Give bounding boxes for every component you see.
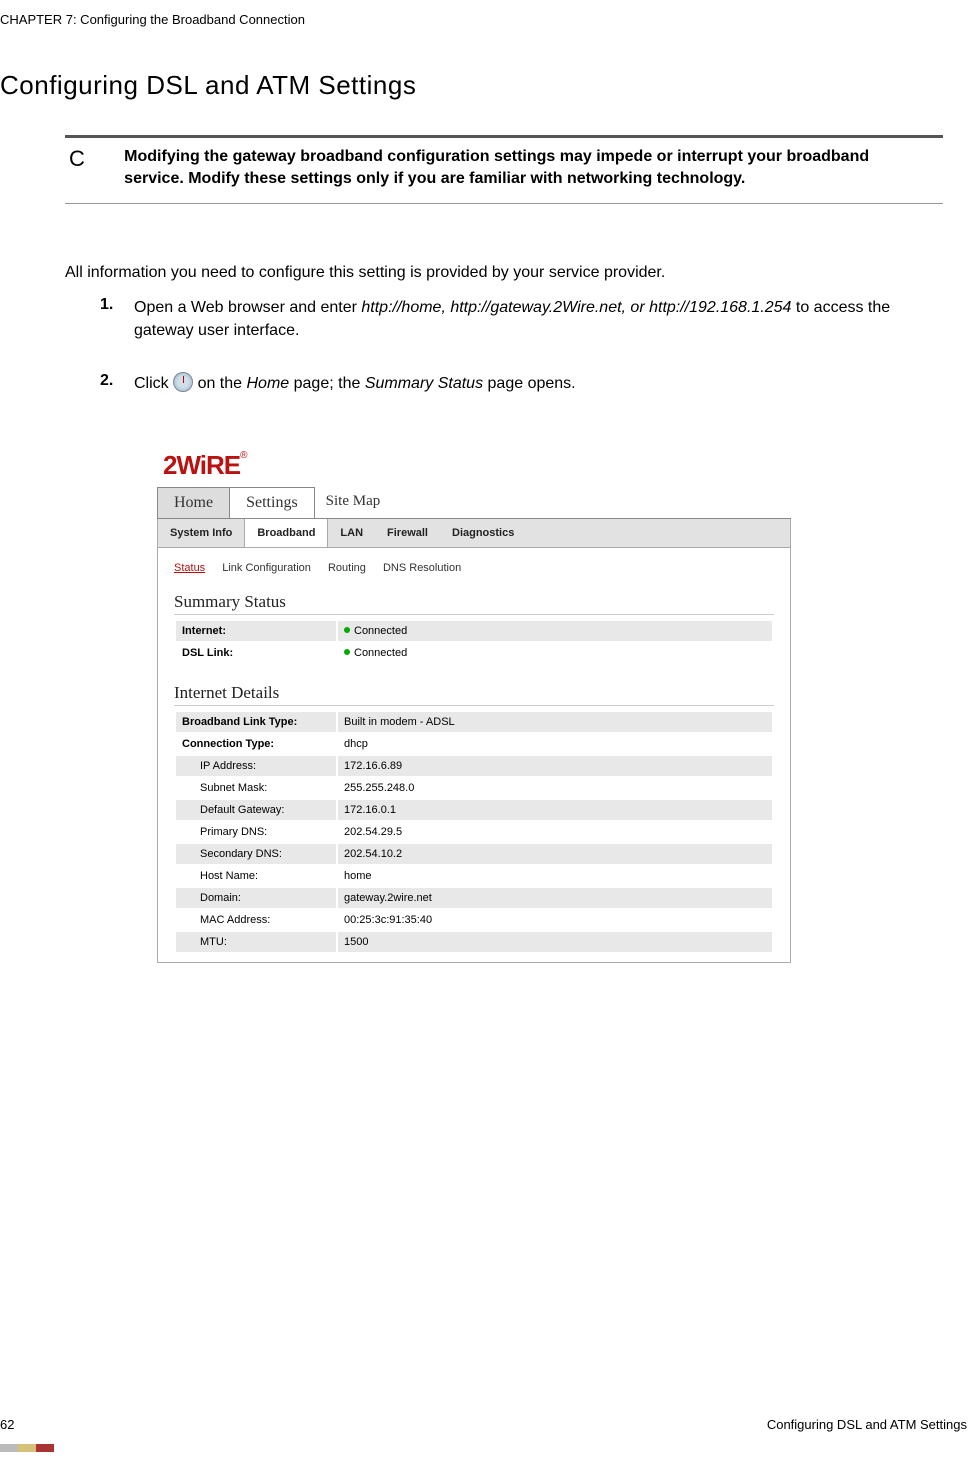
mtu-label: MTU: — [176, 932, 336, 952]
mac-address-value: 00:25:3c:91:35:40 — [338, 910, 772, 930]
connection-type-value: dhcp — [338, 734, 772, 754]
chapter-header: CHAPTER 7: Configuring the Broadband Con… — [0, 12, 305, 27]
table-row: Broadband Link Type: Built in modem - AD… — [176, 712, 772, 732]
logo-text: 2WiRE — [163, 450, 240, 480]
summary-status-heading: Summary Status — [174, 592, 774, 615]
broadband-link-type-label: Broadband Link Type: — [176, 712, 336, 732]
step-body: Open a Web browser and enter http://home… — [134, 296, 913, 342]
table-row: Subnet Mask: 255.255.248.0 — [176, 778, 772, 798]
step-1: 1. Open a Web browser and enter http://h… — [100, 296, 913, 342]
caution-icon: C — [65, 146, 120, 172]
dsl-link-value: Connected — [338, 643, 772, 663]
tab-settings[interactable]: Settings — [229, 487, 315, 518]
caution-box: C Modifying the gateway broadband config… — [65, 135, 943, 204]
domain-value: gateway.2wire.net — [338, 888, 772, 908]
default-gateway-label: Default Gateway: — [176, 800, 336, 820]
host-name-label: Host Name: — [176, 866, 336, 886]
internet-details-heading: Internet Details — [174, 683, 774, 706]
section-title: Configuring DSL and ATM Settings — [0, 70, 416, 101]
table-row: IP Address: 172.16.6.89 — [176, 756, 772, 776]
page-number: 62 — [0, 1417, 14, 1432]
ip-address-value: 172.16.6.89 — [338, 756, 772, 776]
step-list: 1. Open a Web browser and enter http://h… — [100, 296, 913, 426]
text: Open a Web browser and enter — [134, 299, 361, 316]
text: Connected — [354, 647, 407, 659]
internet-value: Connected — [338, 621, 772, 641]
subnet-mask-label: Subnet Mask: — [176, 778, 336, 798]
router-ui-screenshot: 2WiRE® Home Settings Site Map System Inf… — [157, 446, 791, 963]
text: page opens. — [483, 375, 576, 392]
tertiary-status[interactable]: Status — [174, 562, 205, 574]
caution-text: Modifying the gateway broadband configur… — [124, 146, 914, 189]
table-row: Connection Type: dhcp — [176, 734, 772, 754]
text: Connected — [354, 625, 407, 637]
registered-mark: ® — [240, 450, 246, 461]
table-row: Host Name: home — [176, 866, 772, 886]
mac-address-label: MAC Address: — [176, 910, 336, 930]
table-row: Internet: Connected — [176, 621, 772, 641]
table-row: Default Gateway: 172.16.0.1 — [176, 800, 772, 820]
tertiary-routing[interactable]: Routing — [328, 562, 366, 574]
text: on the — [198, 375, 247, 392]
step-number: 2. — [100, 372, 134, 395]
content-area: Status Link Configuration Routing DNS Re… — [157, 548, 791, 963]
text: Click — [134, 375, 173, 392]
internet-details-table: Broadband Link Type: Built in modem - AD… — [174, 710, 774, 954]
main-tabs: Home Settings Site Map — [157, 487, 791, 519]
step-2: 2. Click on the Home page; the Summary S… — [100, 372, 913, 395]
sub-tabs: System Info Broadband LAN Firewall Diagn… — [157, 519, 791, 548]
table-row: Primary DNS: 202.54.29.5 — [176, 822, 772, 842]
table-row: DSL Link: Connected — [176, 643, 772, 663]
footer-title: Configuring DSL and ATM Settings — [767, 1417, 967, 1432]
subnet-mask-value: 255.255.248.0 — [338, 778, 772, 798]
subtab-lan[interactable]: LAN — [328, 519, 375, 547]
subtab-diagnostics[interactable]: Diagnostics — [440, 519, 526, 547]
site-map-link[interactable]: Site Map — [314, 487, 393, 518]
text: page; the — [289, 375, 365, 392]
internet-label: Internet: — [176, 621, 336, 641]
table-row: Domain: gateway.2wire.net — [176, 888, 772, 908]
dial-icon — [173, 372, 193, 392]
footer-color-bar — [0, 1444, 54, 1452]
status-dot-icon — [344, 627, 350, 633]
host-name-value: home — [338, 866, 772, 886]
step-number: 1. — [100, 296, 134, 342]
subtab-system-info[interactable]: System Info — [158, 519, 244, 547]
status-dot-icon — [344, 649, 350, 655]
home-page-ref: Home — [247, 375, 290, 392]
tertiary-link-config[interactable]: Link Configuration — [222, 562, 311, 574]
summary-status-ref: Summary Status — [365, 375, 483, 392]
secondary-dns-label: Secondary DNS: — [176, 844, 336, 864]
tertiary-dns[interactable]: DNS Resolution — [383, 562, 461, 574]
subtab-firewall[interactable]: Firewall — [375, 519, 440, 547]
broadband-link-type-value: Built in modem - ADSL — [338, 712, 772, 732]
table-row: MAC Address: 00:25:3c:91:35:40 — [176, 910, 772, 930]
subtab-broadband[interactable]: Broadband — [244, 519, 328, 547]
mtu-value: 1500 — [338, 932, 772, 952]
connection-type-label: Connection Type: — [176, 734, 336, 754]
primary-dns-label: Primary DNS: — [176, 822, 336, 842]
table-row: Secondary DNS: 202.54.10.2 — [176, 844, 772, 864]
summary-status-table: Internet: Connected DSL Link: Connected — [174, 619, 774, 665]
ip-address-label: IP Address: — [176, 756, 336, 776]
intro-text: All information you need to configure th… — [65, 264, 665, 282]
tertiary-tabs: Status Link Configuration Routing DNS Re… — [174, 562, 774, 574]
table-row: MTU: 1500 — [176, 932, 772, 952]
tab-home[interactable]: Home — [157, 487, 230, 518]
step-body: Click on the Home page; the Summary Stat… — [134, 372, 576, 395]
primary-dns-value: 202.54.29.5 — [338, 822, 772, 842]
url-text: http://home, http://gateway.2Wire.net, o… — [361, 299, 791, 316]
2wire-logo: 2WiRE® — [157, 446, 791, 487]
secondary-dns-value: 202.54.10.2 — [338, 844, 772, 864]
domain-label: Domain: — [176, 888, 336, 908]
default-gateway-value: 172.16.0.1 — [338, 800, 772, 820]
dsl-link-label: DSL Link: — [176, 643, 336, 663]
